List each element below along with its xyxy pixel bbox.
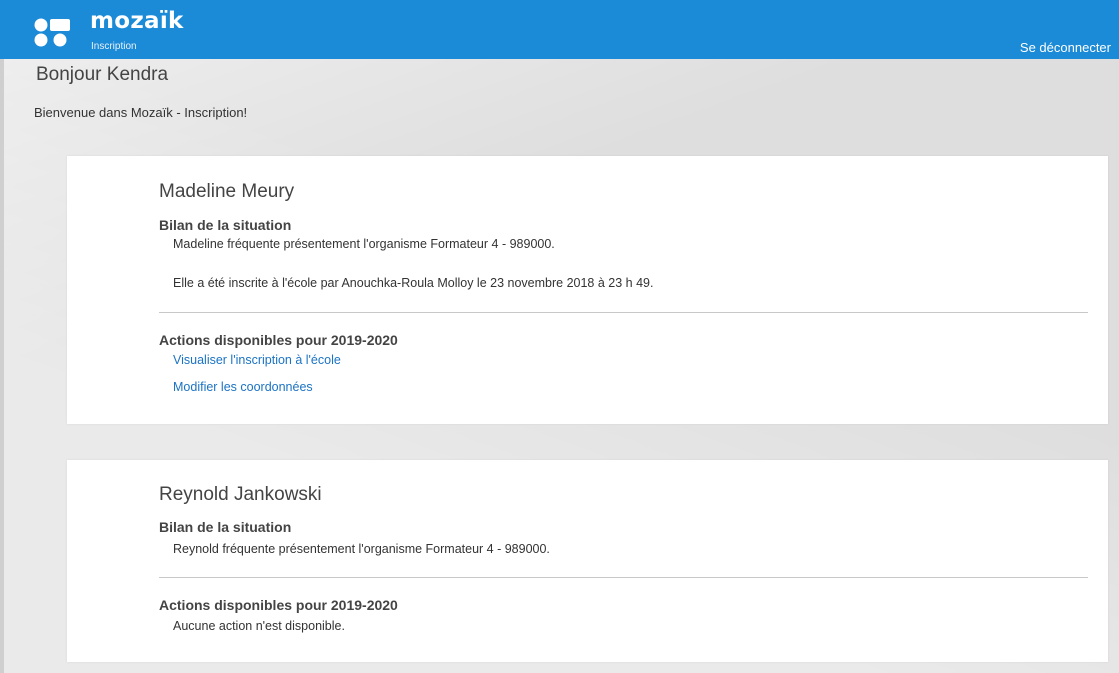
welcome-message: Bienvenue dans Mozaïk - Inscription!: [34, 105, 248, 120]
left-edge: [0, 59, 4, 673]
student-card: Reynold Jankowski Bilan de la situation …: [67, 460, 1108, 662]
situation-line: Madeline fréquente présentement l'organi…: [173, 237, 555, 251]
divider: [159, 312, 1088, 313]
divider: [159, 577, 1088, 578]
actions-title: Actions disponibles pour 2019-2020: [159, 332, 398, 348]
situation-line: Reynold fréquente présentement l'organis…: [173, 542, 550, 556]
no-action-message: Aucune action n'est disponible.: [173, 619, 345, 633]
brand-name: mozaïk: [90, 8, 184, 34]
mozaik-logo-icon: [34, 18, 70, 47]
student-name: Madeline Meury: [159, 181, 295, 202]
logout-link[interactable]: Se déconnecter: [1020, 40, 1111, 55]
actions-title: Actions disponibles pour 2019-2020: [159, 597, 398, 613]
greeting-heading: Bonjour Kendra: [36, 64, 169, 85]
student-card: Madeline Meury Bilan de la situation Mad…: [67, 156, 1108, 424]
edit-contact-link[interactable]: Modifier les coordonnées: [173, 380, 313, 395]
situation-title: Bilan de la situation: [159, 217, 292, 233]
situation-title: Bilan de la situation: [159, 519, 292, 535]
view-enrollment-link[interactable]: Visualiser l'inscription à l'école: [173, 353, 341, 368]
student-name: Reynold Jankowski: [159, 484, 322, 505]
brand-subtitle: Inscription: [91, 41, 137, 52]
situation-line: Elle a été inscrite à l'école par Anouch…: [173, 276, 654, 290]
app-header: mozaïk Inscription Se déconnecter: [0, 0, 1119, 59]
